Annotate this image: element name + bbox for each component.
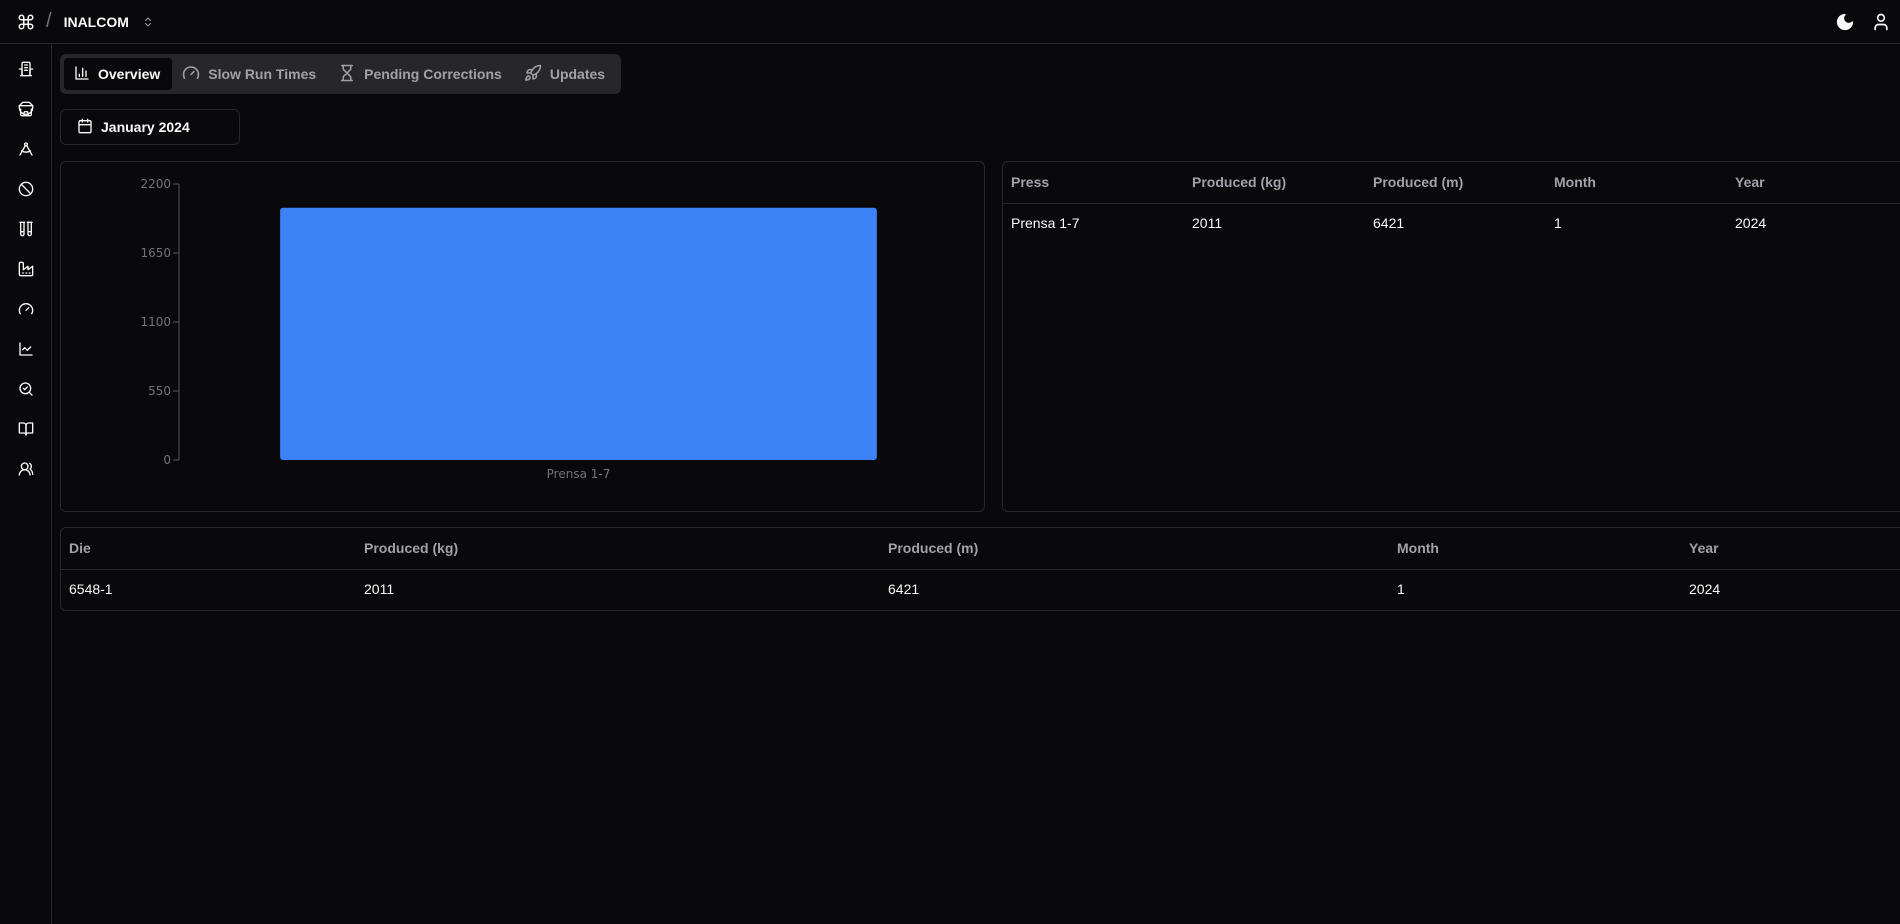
table-header-row: Die Produced (kg) Produced (m) Month Yea… — [61, 528, 1900, 570]
ban-icon[interactable] — [16, 179, 36, 199]
column-header-produced-kg[interactable]: Produced (kg) — [356, 528, 880, 570]
tab-updates[interactable]: Updates — [514, 58, 617, 90]
tab-pending-corrections[interactable]: Pending Corrections — [328, 58, 514, 90]
tab-label: Slow Run Times — [208, 66, 317, 82]
gauge-icon[interactable] — [16, 299, 36, 319]
table-row[interactable]: Prensa 1-7 2011 6421 1 2024 — [1003, 203, 1900, 243]
y-tick-label: 1650 — [140, 246, 171, 260]
moon-icon[interactable] — [1834, 11, 1856, 33]
cell-year: 2024 — [1689, 581, 1721, 598]
table-row[interactable]: 6548-1 2011 6421 1 2024 — [61, 569, 1900, 609]
press-table: Press Produced (kg) Produced (m) Month Y… — [1003, 162, 1900, 243]
date-picker-label: January 2024 — [101, 119, 190, 135]
column-header-month[interactable]: Month — [1389, 528, 1681, 570]
production-chart-card: 0 550 1100 1650 2200 Prensa 1-7 — [60, 161, 985, 512]
column-header-press[interactable]: Press — [1003, 162, 1184, 204]
production-bar-chart: 0 550 1100 1650 2200 Prensa 1-7 — [140, 177, 877, 481]
cell-month: 1 — [1554, 215, 1562, 232]
y-axis: 0 550 1100 1650 2200 — [140, 177, 180, 467]
cell-press: Prensa 1-7 — [1011, 215, 1080, 232]
rocket-icon — [524, 64, 542, 85]
bars — [280, 207, 877, 460]
tab-overview[interactable]: Overview — [64, 58, 173, 90]
cell-year: 2024 — [1735, 215, 1767, 232]
sidebar — [0, 45, 52, 924]
die-table-card: Die Produced (kg) Produced (m) Month Yea… — [60, 527, 1900, 611]
column-header-produced-m[interactable]: Produced (m) — [1365, 162, 1546, 204]
bar-chart-icon — [74, 65, 90, 84]
gauge-icon — [182, 64, 200, 85]
line-chart-icon[interactable] — [16, 339, 36, 359]
cell-produced-m: 6421 — [888, 581, 920, 598]
user-icon[interactable] — [1870, 11, 1892, 33]
calendar-icon — [77, 118, 93, 137]
store-icon[interactable] — [16, 99, 36, 119]
bar[interactable] — [280, 207, 877, 460]
y-tick-label: 1100 — [140, 315, 171, 329]
column-header-year[interactable]: Year — [1727, 162, 1900, 204]
cell-month: 1 — [1397, 581, 1405, 598]
drafting-compass-icon[interactable] — [16, 139, 36, 159]
cell-produced-kg: 2011 — [364, 581, 395, 598]
die-table: Die Produced (kg) Produced (m) Month Yea… — [61, 528, 1900, 609]
table-header-row: Press Produced (kg) Produced (m) Month Y… — [1003, 162, 1900, 204]
main-content: Overview Slow Run Times Pending Correcti… — [53, 45, 1900, 924]
press-table-card: Press Produced (kg) Produced (m) Month Y… — [1002, 161, 1900, 512]
hourglass-icon — [338, 64, 356, 85]
tab-label: Overview — [98, 66, 161, 82]
y-tick-label: 550 — [148, 384, 171, 398]
users-icon[interactable] — [16, 459, 36, 479]
cell-produced-kg: 2011 — [1192, 215, 1223, 232]
zoom-check-icon[interactable] — [16, 379, 36, 399]
tab-list: Overview Slow Run Times Pending Correcti… — [60, 54, 622, 94]
column-header-die[interactable]: Die — [61, 528, 356, 570]
chevrons-up-down-icon[interactable] — [141, 14, 155, 30]
x-axis: Prensa 1-7 — [547, 467, 611, 481]
tab-label: Pending Corrections — [364, 66, 502, 82]
x-tick-label: Prensa 1-7 — [547, 467, 611, 481]
organization-name: INALCOM — [63, 13, 129, 30]
y-tick-label: 0 — [163, 453, 171, 467]
cell-die: 6548-1 — [69, 581, 113, 598]
top-bar: / INALCOM — [0, 0, 1900, 44]
test-tubes-icon[interactable] — [16, 219, 36, 239]
column-header-produced-m[interactable]: Produced (m) — [880, 528, 1389, 570]
command-icon[interactable] — [16, 12, 36, 32]
column-header-produced-kg[interactable]: Produced (kg) — [1184, 162, 1365, 204]
date-picker-button[interactable]: January 2024 — [60, 109, 240, 145]
tab-slow-run-times[interactable]: Slow Run Times — [172, 58, 328, 90]
breadcrumb-separator: / — [46, 10, 52, 32]
column-header-year[interactable]: Year — [1681, 528, 1900, 570]
book-open-icon[interactable] — [16, 419, 36, 439]
cell-produced-m: 6421 — [1373, 215, 1405, 232]
factory-icon[interactable] — [16, 259, 36, 279]
y-tick-label: 2200 — [140, 177, 171, 191]
column-header-month[interactable]: Month — [1546, 162, 1727, 204]
building-icon[interactable] — [16, 59, 36, 79]
tab-label: Updates — [549, 66, 606, 82]
